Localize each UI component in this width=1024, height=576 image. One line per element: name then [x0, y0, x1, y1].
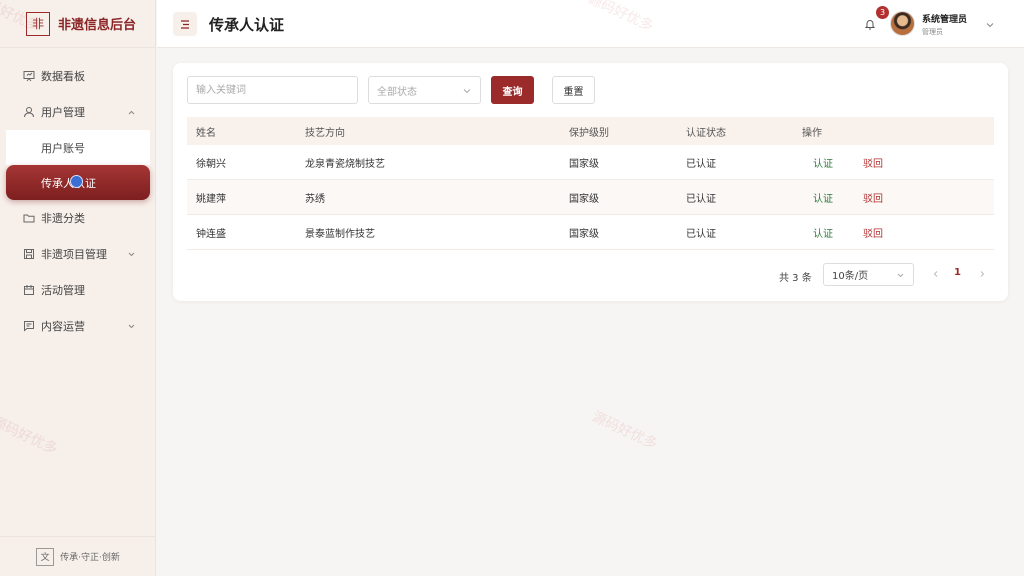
bell-icon[interactable] — [863, 17, 877, 31]
user-name[interactable]: 系统管理员 — [922, 12, 967, 25]
reject-link[interactable]: 驳回 — [863, 225, 883, 240]
sidebar-item-label: 活动管理 — [41, 284, 85, 297]
sidebar-subitem-user-accounts[interactable]: 用户账号 — [6, 130, 150, 165]
cell-level: 国家级 — [569, 193, 599, 205]
cell-craft: 龙泉青瓷烧制技艺 — [305, 158, 385, 170]
calendar-icon — [23, 284, 35, 296]
reject-link[interactable]: 驳回 — [863, 190, 883, 205]
column-header: 认证状态 — [686, 127, 726, 139]
chevron-down-icon — [896, 271, 905, 280]
column-header: 技艺方向 — [305, 127, 345, 139]
watermark: 源码好优多 — [589, 408, 660, 453]
sidebar-menu: 数据看板 用户管理 用户账号 传承人认证 非遗分类 非遗项目管理 活动管理 内容… — [0, 58, 156, 344]
column-header: 操作 — [802, 127, 822, 139]
query-button[interactable]: 查询 — [491, 76, 534, 104]
folder-icon — [23, 212, 35, 224]
page-number-current[interactable]: 1 — [954, 267, 961, 278]
approve-link[interactable]: 认证 — [813, 190, 833, 205]
reject-link[interactable]: 驳回 — [863, 155, 883, 170]
sidebar-subitem-inheritor-certification[interactable]: 传承人认证 — [6, 165, 150, 200]
sidebar-item-content-ops[interactable]: 内容运营 — [0, 308, 156, 344]
logo-mark: 非 — [26, 11, 50, 36]
column-header: 保护级别 — [569, 127, 609, 139]
page-size-value: 10条/页 — [832, 271, 869, 282]
chevron-left-icon[interactable] — [930, 268, 942, 280]
sidebar-item-project-management[interactable]: 非遗项目管理 — [0, 236, 156, 272]
column-header: 姓名 — [196, 127, 216, 139]
logo[interactable]: 非 非遗信息后台 — [0, 0, 155, 48]
page-size-select[interactable]: 10条/页 — [823, 263, 914, 286]
cell-level: 国家级 — [569, 158, 599, 170]
table-row: 徐朝兴 龙泉青瓷烧制技艺 国家级 已认证 认证 驳回 — [187, 145, 994, 180]
cell-actions: 认证 驳回 — [802, 145, 994, 179]
cell-craft: 景泰蓝制作技艺 — [305, 228, 375, 240]
cell-status: 已认证 — [686, 158, 716, 170]
cell-name: 徐朝兴 — [196, 158, 226, 170]
chevron-up-icon — [127, 107, 136, 116]
sidebar-item-categories[interactable]: 非遗分类 — [0, 200, 156, 236]
user-icon — [23, 106, 35, 118]
avatar[interactable] — [890, 11, 915, 36]
cell-actions: 认证 驳回 — [802, 180, 994, 214]
certification-table: 姓名 技艺方向 保护级别 认证状态 操作 徐朝兴 龙泉青瓷烧制技艺 国家级 已认… — [187, 117, 994, 250]
sidebar-footer: 文 传承·守正·创新 — [0, 536, 156, 576]
sidebar-item-label: 非遗项目管理 — [41, 248, 107, 261]
cell-status: 已认证 — [686, 228, 716, 240]
chevron-down-icon — [462, 86, 472, 96]
message-icon — [23, 320, 35, 332]
notification-badge: 3 — [876, 6, 889, 19]
app-title: 非遗信息后台 — [58, 18, 137, 33]
table-row: 姚建萍 苏绣 国家级 已认证 认证 驳回 — [187, 180, 994, 215]
footer-slogan: 传承·守正·创新 — [60, 553, 120, 563]
total-count: 共 3 条 — [779, 273, 812, 284]
top-header: 传承人认证 3 系统管理员 管理员 — [157, 0, 1024, 48]
chevron-down-icon — [127, 249, 136, 258]
table-row: 钟连盛 景泰蓝制作技艺 国家级 已认证 认证 驳回 — [187, 215, 994, 250]
user-role: 管理员 — [922, 28, 943, 36]
cell-actions: 认证 驳回 — [802, 215, 994, 249]
menu-toggle-button[interactable] — [173, 12, 197, 36]
cell-level: 国家级 — [569, 228, 599, 240]
sidebar-item-label: 传承人认证 — [41, 176, 96, 190]
cell-name: 钟连盛 — [196, 228, 226, 240]
sidebar-item-label: 数据看板 — [41, 70, 85, 83]
sidebar-item-events[interactable]: 活动管理 — [0, 272, 156, 308]
status-select-value: 全部状态 — [377, 86, 417, 98]
chevron-down-icon — [127, 321, 136, 330]
mouse-cursor-icon — [70, 175, 83, 188]
approve-link[interactable]: 认证 — [813, 225, 833, 240]
save-icon — [23, 248, 35, 260]
table-header: 姓名 技艺方向 保护级别 认证状态 操作 — [187, 117, 994, 145]
page-title: 传承人认证 — [209, 16, 285, 34]
sidebar-item-label: 非遗分类 — [41, 212, 85, 225]
sidebar-item-user-management[interactable]: 用户管理 — [0, 94, 156, 130]
chevron-right-icon[interactable] — [976, 268, 988, 280]
status-select[interactable]: 全部状态 — [368, 76, 481, 104]
reset-button[interactable]: 重置 — [552, 76, 595, 104]
cell-status: 已认证 — [686, 193, 716, 205]
cell-name: 姚建萍 — [196, 193, 226, 205]
sidebar-item-dashboard[interactable]: 数据看板 — [0, 58, 156, 94]
presentation-icon — [23, 70, 35, 82]
content-card: 全部状态 查询 重置 姓名 技艺方向 保护级别 认证状态 操作 徐朝兴 龙泉青瓷… — [173, 63, 1008, 301]
keyword-input[interactable] — [187, 76, 358, 104]
pagination: 共 3 条 10条/页 1 — [173, 263, 1008, 287]
sidebar-item-label: 内容运营 — [41, 320, 85, 333]
sidebar-item-label: 用户管理 — [41, 106, 85, 119]
approve-link[interactable]: 认证 — [813, 155, 833, 170]
cell-craft: 苏绣 — [305, 193, 325, 205]
sidebar: 非 非遗信息后台 数据看板 用户管理 用户账号 传承人认证 非遗分类 非遗项目管… — [0, 0, 156, 576]
footer-mark: 文 — [36, 547, 55, 566]
chevron-down-icon[interactable] — [985, 19, 995, 29]
sidebar-item-label: 用户账号 — [41, 141, 85, 155]
menu-icon — [181, 19, 189, 29]
